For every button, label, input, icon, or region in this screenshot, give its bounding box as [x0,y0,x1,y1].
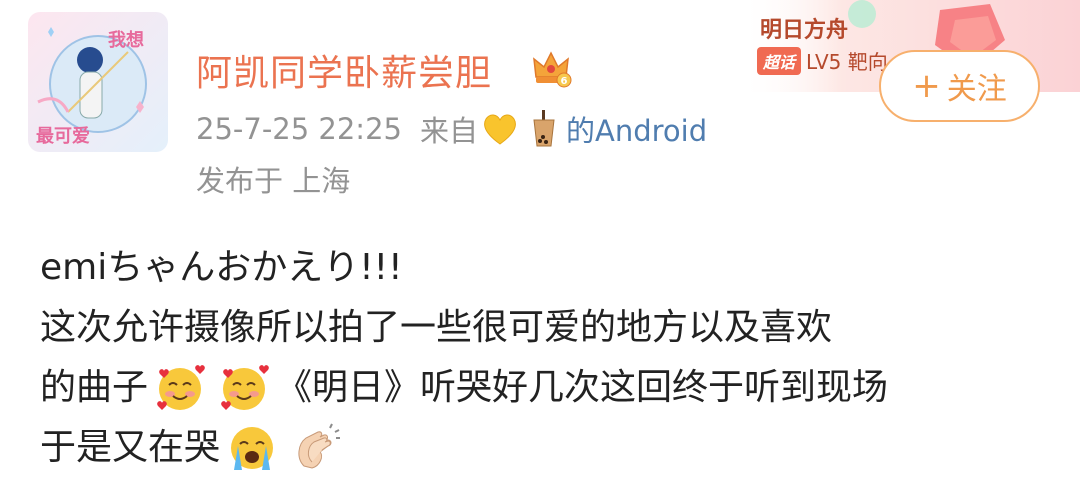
loudly-crying-face-emoji [231,427,274,470]
source-prefix: 来自 [419,114,478,148]
chaohua-badge: 超话 [757,47,802,75]
post-line-3: 的曲子 《明日》听哭好几次这回终于听到现场 [40,358,1050,418]
avatar-stamp-top: 我想 [108,29,144,51]
post-source[interactable]: 的Android [566,108,707,150]
post-time: 25-7-25 22:25 [196,112,402,146]
avatar[interactable]: 我想 最可爱 [28,12,168,152]
chaohua-level: LV5 靶向 [806,50,888,74]
post-line-2: 这次允许摄像所以拍了一些很可爱的地方以及喜欢 [40,307,833,348]
vip-level: 6 [561,76,568,87]
follow-button[interactable]: + 关注 [879,50,1040,122]
post-line-4-text: 于是又在哭 [40,427,221,468]
post-line-3-text-b: 《明日》听哭好几次这回终于听到现场 [276,367,889,408]
clapping-hands-emoji [298,423,341,469]
post-meta: 25-7-25 22:25 来自 的Android [196,108,707,150]
post-line-4: 于是又在哭 [40,418,1050,478]
post-line-3-text-a: 的曲子 [40,367,149,408]
avatar-stamp-bottom: 最可爱 [36,126,90,147]
post-location: 发布于 上海 [196,164,351,198]
yellow-heart-emoji [484,114,516,145]
post-line-1: emiちゃんおかえり!!! [40,247,403,288]
username[interactable]: 阿凯同学卧薪尝胆 [196,44,492,96]
avatar-image: 我想 最可爱 [28,12,168,152]
follow-label: 关注 [946,72,1007,107]
smiling-face-with-hearts-emoji [221,365,269,410]
smiling-face-with-hearts-emoji [157,365,205,410]
vip-crown-icon[interactable]: 6 [530,47,572,89]
post-content: emiちゃんおかえり!!! 这次允许摄像所以拍了一些很可爱的地方以及喜欢 的曲子 [40,238,1050,478]
plus-icon: + [912,66,941,106]
bubble-tea-emoji [533,110,555,147]
chaohua-title[interactable]: 明日方舟 [760,12,848,44]
